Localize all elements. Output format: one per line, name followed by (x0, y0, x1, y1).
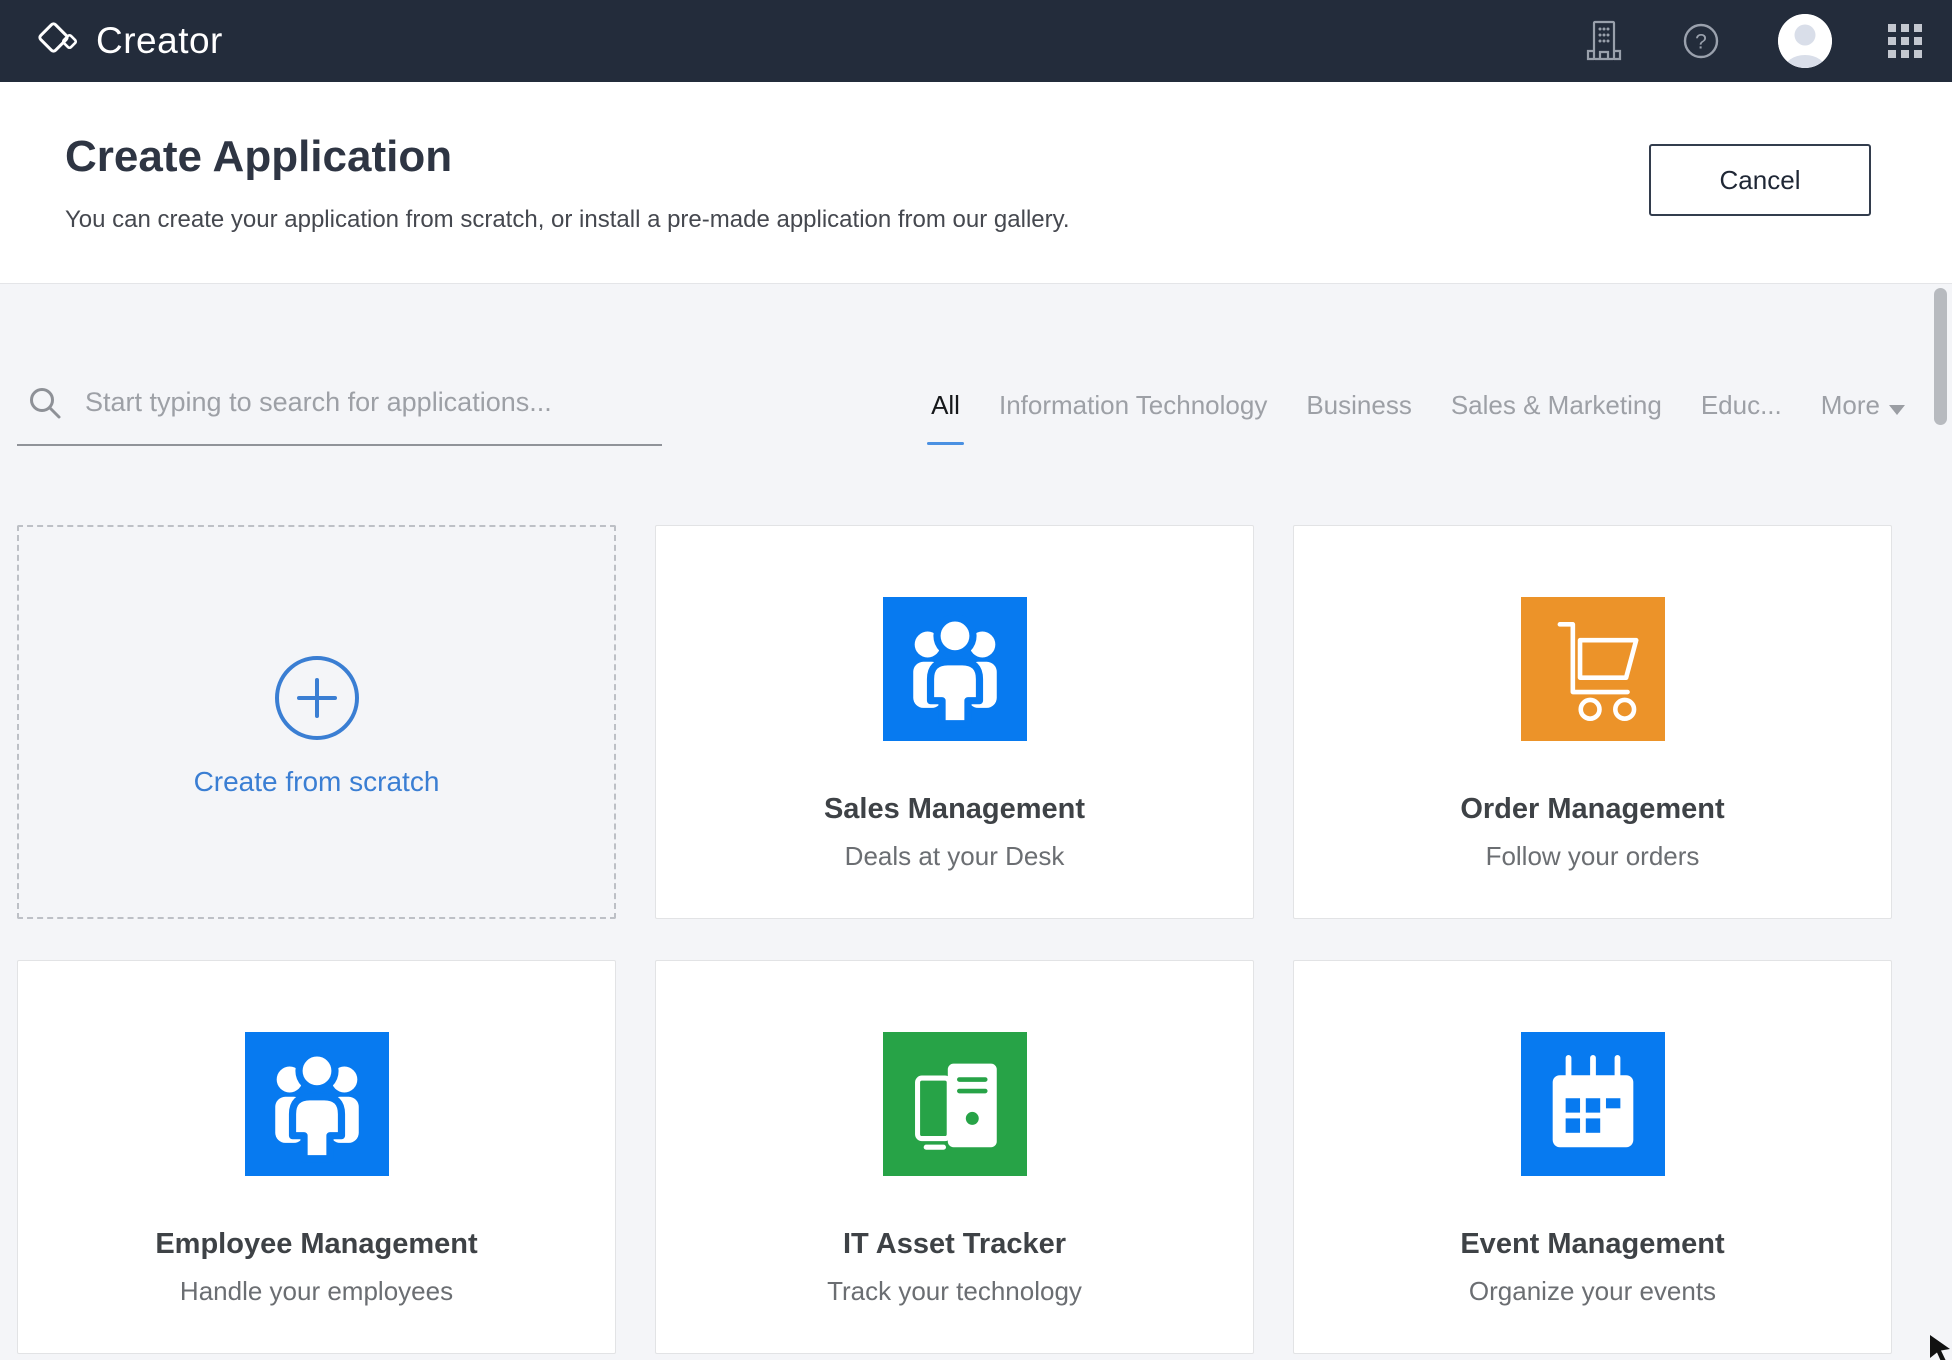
card-title: IT Asset Tracker (656, 1228, 1253, 1261)
toolbar: All Information Technology Business Sale… (17, 284, 1893, 446)
create-from-scratch-card[interactable]: Create from scratch (17, 525, 616, 919)
app-card-order-management[interactable]: Order Management Follow your orders (1293, 525, 1892, 919)
svg-text:?: ? (1695, 31, 1707, 54)
category-tabs: All Information Technology Business Sale… (931, 390, 1905, 445)
card-title: Order Management (1294, 793, 1891, 826)
calendar-icon (1521, 1032, 1665, 1176)
gallery-content: All Information Technology Business Sale… (0, 283, 1952, 1360)
apps-grid-icon[interactable] (1888, 24, 1922, 58)
top-navbar: Creator ? (0, 0, 1952, 82)
card-title: Event Management (1294, 1228, 1891, 1261)
tab-information-technology[interactable]: Information Technology (999, 390, 1267, 445)
card-subtitle: Follow your orders (1294, 841, 1891, 872)
create-from-scratch-label: Create from scratch (194, 766, 440, 798)
app-card-employee-management[interactable]: Employee Management Handle your employee… (17, 960, 616, 1354)
avatar[interactable] (1778, 14, 1832, 68)
search-icon (27, 385, 63, 421)
app-card-it-asset-tracker[interactable]: IT Asset Tracker Track your technology (655, 960, 1254, 1354)
tab-sales-marketing[interactable]: Sales & Marketing (1451, 390, 1662, 445)
help-icon[interactable]: ? (1680, 20, 1722, 62)
card-subtitle: Handle your employees (18, 1276, 615, 1307)
people-icon (245, 1032, 389, 1176)
card-subtitle: Track your technology (656, 1276, 1253, 1307)
card-title: Employee Management (18, 1228, 615, 1261)
plus-icon (275, 656, 359, 740)
brand-name: Creator (96, 20, 223, 62)
application-grid: Create from scratch (17, 525, 1893, 1354)
page-header: Create Application You can create your a… (0, 82, 1952, 283)
computer-icon (883, 1032, 1027, 1176)
people-icon (883, 597, 1027, 741)
creator-logo-icon (36, 20, 82, 62)
organization-icon[interactable] (1584, 18, 1624, 64)
card-subtitle: Deals at your Desk (656, 841, 1253, 872)
cancel-button[interactable]: Cancel (1649, 144, 1871, 216)
card-title: Sales Management (656, 793, 1253, 826)
tab-business[interactable]: Business (1306, 390, 1412, 445)
tab-all[interactable]: All (931, 390, 960, 445)
app-card-sales-management[interactable]: Sales Management Deals at your Desk (655, 525, 1254, 919)
mouse-cursor (1928, 1333, 1952, 1360)
cart-icon (1521, 597, 1665, 741)
more-label: More (1821, 390, 1880, 421)
tab-more[interactable]: More (1821, 390, 1905, 445)
creator-brand[interactable]: Creator (36, 20, 223, 62)
search-box (17, 361, 662, 446)
card-subtitle: Organize your events (1294, 1276, 1891, 1307)
create-application-page: Creator ? (0, 0, 1952, 1360)
tab-education[interactable]: Educ... (1701, 390, 1782, 445)
search-input[interactable] (85, 387, 662, 418)
app-card-event-management[interactable]: Event Management Organize your events (1293, 960, 1892, 1354)
vertical-scrollbar-thumb[interactable] (1934, 288, 1947, 425)
navbar-actions: ? (1584, 14, 1922, 68)
chevron-down-icon (1889, 405, 1905, 415)
